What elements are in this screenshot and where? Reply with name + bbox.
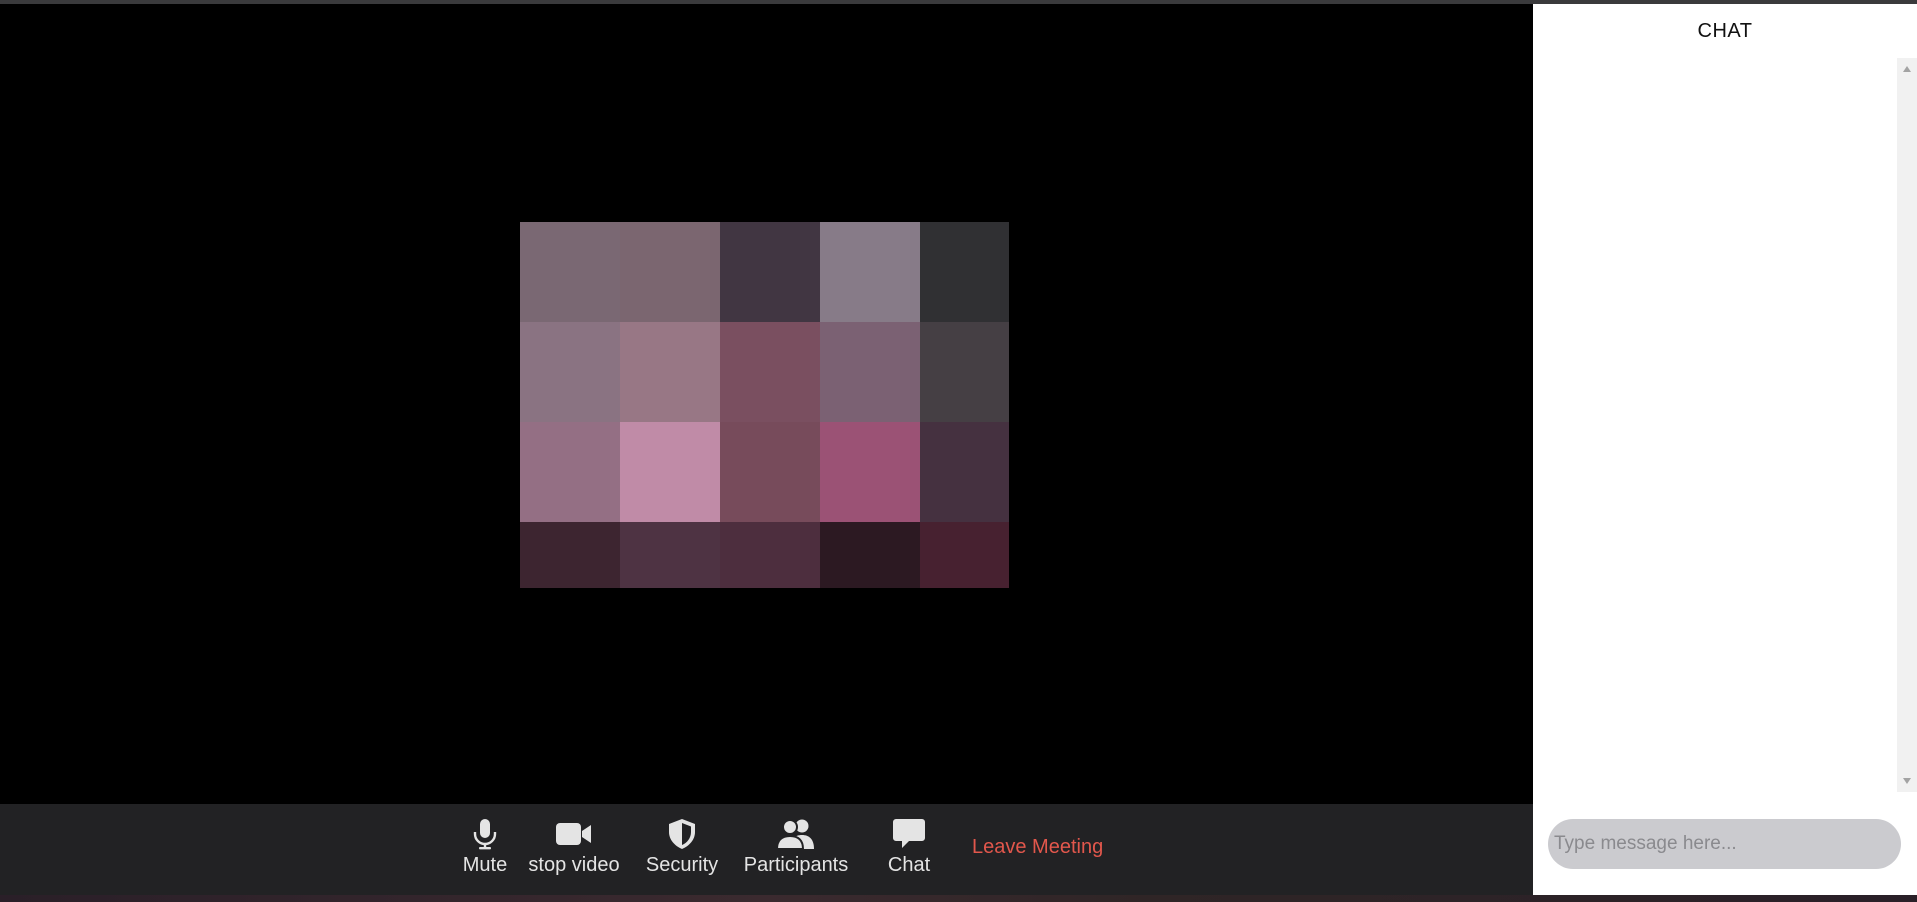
shield-icon [667,816,697,852]
scroll-up-arrow-icon[interactable] [1903,66,1911,72]
meeting-toolbar: Mute stop video Security Participants Ch… [0,804,1533,895]
stop-video-label: stop video [528,854,620,876]
chat-label: Chat [887,854,931,876]
participant-video [520,222,1009,588]
chat-button[interactable]: Chat [879,816,939,886]
chat-message-input[interactable] [1548,819,1901,869]
security-label: Security [645,854,719,876]
video-pixel-tile [720,222,820,322]
video-camera-icon [556,816,592,852]
participants-button[interactable]: Participants [743,816,849,886]
video-pixel-tile [520,322,620,422]
stop-video-button[interactable]: stop video [527,816,621,886]
window-bottom-border [0,895,1917,902]
video-pixel-tile [720,522,820,588]
video-pixel-tile [520,422,620,522]
mute-button[interactable]: Mute [443,816,527,886]
chat-message-list[interactable] [1533,58,1897,792]
video-pixel-tile [920,522,1009,588]
participants-label: Participants [743,854,849,876]
video-pixel-tile [820,222,920,322]
video-pixel-tile [720,322,820,422]
video-pixel-tile [620,422,720,522]
video-pixel-tile [820,422,920,522]
speech-bubble-icon [892,816,926,852]
security-button[interactable]: Security [643,816,721,886]
video-pixel-tile [620,222,720,322]
video-pixel-tile [520,222,620,322]
video-pixel-tile [920,322,1009,422]
video-stage [0,4,1533,804]
video-pixel-tile [620,322,720,422]
microphone-icon [471,816,499,852]
video-pixel-tile [620,522,720,588]
video-pixel-tile [720,422,820,522]
chat-scrollbar[interactable] [1897,58,1917,792]
mute-label: Mute [462,854,508,876]
video-pixel-tile [820,522,920,588]
video-pixel-tile [820,322,920,422]
video-pixel-tile [520,522,620,588]
chat-title: CHAT [1697,20,1753,42]
leave-meeting-button[interactable]: Leave Meeting [972,836,1103,859]
people-icon [776,816,816,852]
scroll-down-arrow-icon[interactable] [1903,778,1911,784]
video-pixel-tile [920,222,1009,322]
video-pixel-tile [920,422,1009,522]
chat-panel: CHAT [1533,4,1917,895]
